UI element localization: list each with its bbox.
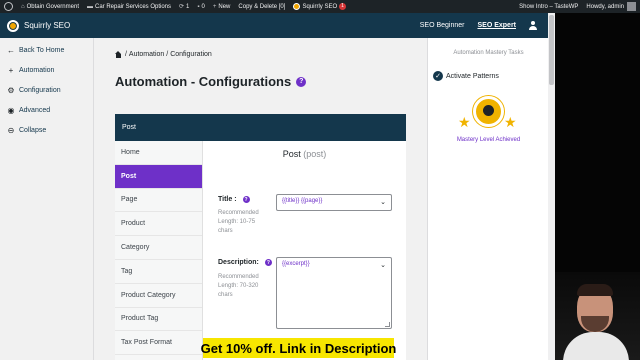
- collapse-icon: ⊖: [7, 125, 15, 135]
- title-field-label: Title : ?: [218, 196, 250, 203]
- post-form: Post (post) Title : ? Recommended Length…: [203, 141, 406, 360]
- breadcrumb-configuration: Configuration: [170, 51, 212, 58]
- plus-icon: +: [8, 65, 14, 75]
- tab-page[interactable]: Page: [115, 189, 202, 213]
- advanced-icon: ◉: [7, 105, 15, 115]
- description-field-label: Description: ?: [218, 259, 272, 266]
- title-field[interactable]: {{title}} {{page}} ⌄: [276, 194, 392, 211]
- mastery-title: Automation Mastery Tasks: [453, 50, 524, 56]
- description-field-hint: Recommended Length: 70-320 chars: [218, 274, 259, 298]
- admin-bar-squirrly[interactable]: Squirrly SEO 1: [289, 0, 349, 13]
- left-nav: ← Back To Home + Automation ⚙ Configuration…: [0, 38, 94, 360]
- panel-header: Post: [115, 114, 406, 141]
- squirrly-badge-icon: [473, 96, 504, 127]
- home-icon: ⌂: [21, 3, 25, 10]
- nav-seo-expert[interactable]: SEO Expert: [477, 22, 516, 29]
- main-content: / Automation / Configuration Automation …: [94, 38, 427, 360]
- comment-icon: ▪: [197, 3, 200, 10]
- admin-bar-options[interactable]: ▬ Car Repair Services Options: [83, 0, 175, 13]
- tab-home[interactable]: Home: [115, 141, 202, 165]
- chevron-down-icon: ⌄: [380, 199, 386, 206]
- brand[interactable]: Squirrly SEO: [0, 19, 71, 32]
- form-title: Post (post): [282, 149, 327, 159]
- lnav-collapse[interactable]: ⊖ Collapse: [0, 120, 93, 140]
- tab-post[interactable]: Post: [115, 164, 202, 189]
- gear-icon: ⚙: [7, 85, 15, 95]
- wp-logo-icon[interactable]: [0, 0, 17, 13]
- description-field[interactable]: {{excerpt}} ⌄: [276, 257, 392, 329]
- updates-icon: ⟳: [179, 4, 185, 10]
- plus-icon: +: [212, 3, 217, 10]
- admin-bar-new[interactable]: + New: [209, 0, 235, 13]
- promo-banner: Get 10% off. Link in Description: [201, 338, 396, 358]
- admin-bar-updates[interactable]: ⟳ 1: [175, 0, 193, 13]
- lnav-back-to-home[interactable]: ← Back To Home: [0, 40, 93, 60]
- squirrly-logo-icon: [7, 19, 19, 32]
- task-activate-patterns[interactable]: ✓ Activate Patterns: [433, 71, 499, 81]
- help-icon[interactable]: ?: [264, 259, 272, 266]
- home-icon[interactable]: [115, 51, 122, 58]
- admin-bar-site-name[interactable]: ⌂ Obtain Government: [17, 0, 83, 13]
- page-title-row: Automation - Configurations ?: [115, 74, 307, 89]
- nav-seo-beginner[interactable]: SEO Beginner: [420, 22, 465, 29]
- wp-admin-bar: ⌂ Obtain Government ▬ Car Repair Services …: [0, 0, 640, 13]
- user-icon[interactable]: [528, 20, 538, 31]
- lnav-configuration[interactable]: ⚙ Configuration: [0, 80, 93, 100]
- mastery-badge: ★ ★: [458, 96, 518, 136]
- help-icon[interactable]: ?: [242, 196, 250, 203]
- mastery-column: Automation Mastery Tasks ✓ Activate Patt…: [427, 38, 548, 360]
- squirrly-icon: [293, 3, 301, 10]
- config-panel: Post Home Post Page Product Category Tag…: [115, 114, 406, 360]
- car-icon: ▬: [86, 3, 93, 10]
- admin-bar-comments[interactable]: ▪ 0: [193, 0, 208, 13]
- chevron-down-icon: ⌄: [380, 262, 386, 269]
- tab-product[interactable]: Product: [115, 212, 202, 237]
- avatar: [627, 2, 636, 11]
- brand-title: Squirrly SEO: [24, 21, 71, 30]
- mastery-level: Mastery Level Achieved: [456, 137, 521, 143]
- page-title: Automation - Configurations: [115, 74, 292, 89]
- breadcrumb: / Automation / Configuration: [115, 51, 212, 58]
- scrollbar[interactable]: [548, 13, 555, 360]
- presenter-shirt: [563, 332, 629, 360]
- post-type-tabs: Home Post Page Product Category Tag Prod…: [115, 141, 203, 360]
- squirrly-header: Squirrly SEO SEO Beginner SEO Expert: [0, 13, 548, 38]
- check-icon: ✓: [433, 71, 443, 81]
- resize-handle[interactable]: [385, 322, 390, 327]
- admin-bar-show-intro[interactable]: Show Intro – TasteWP: [515, 0, 582, 13]
- tab-tag[interactable]: Tag: [115, 260, 202, 284]
- star-icon: ★: [504, 114, 517, 130]
- star-icon: ★: [458, 114, 471, 130]
- scrollbar-thumb[interactable]: [549, 15, 554, 85]
- notification-badge: 1: [339, 3, 346, 10]
- tab-category[interactable]: Category: [115, 236, 202, 260]
- admin-bar-copy-delete[interactable]: Copy & Delete [0]: [234, 0, 289, 13]
- presenter-hair: [577, 284, 613, 296]
- breadcrumb-automation[interactable]: Automation: [129, 51, 164, 58]
- webcam-overlay: [555, 272, 640, 360]
- title-field-hint: Recommended Length: 10-75 chars: [218, 210, 259, 234]
- tab-product-tag[interactable]: Product Tag: [115, 308, 202, 332]
- back-arrow-icon: ←: [7, 45, 15, 55]
- lnav-automation[interactable]: + Automation: [0, 60, 93, 80]
- tab-product-category[interactable]: Product Category: [115, 284, 202, 308]
- admin-bar-account[interactable]: Howdy, admin: [582, 0, 640, 13]
- help-icon[interactable]: ?: [296, 76, 307, 87]
- tab-tax-post-format[interactable]: Tax Post Format: [115, 331, 202, 356]
- lnav-advanced[interactable]: ◉ Advanced: [0, 100, 93, 120]
